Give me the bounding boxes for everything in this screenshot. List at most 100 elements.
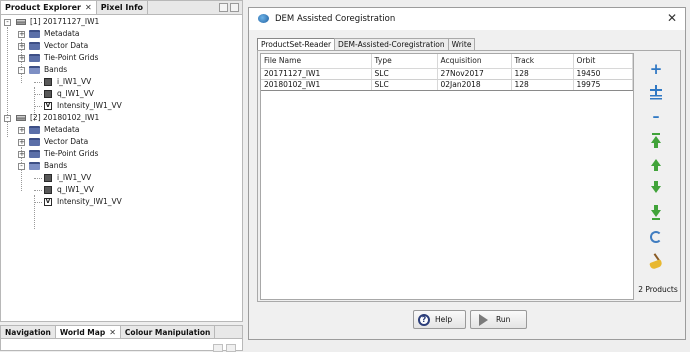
tree-node-tie-point-grids[interactable]: + Tie-Point Grids xyxy=(1,148,242,160)
tree-node-label: Vector Data xyxy=(44,41,89,50)
tree-node-metadata[interactable]: + Metadata xyxy=(1,124,242,136)
close-icon[interactable]: ✕ xyxy=(667,11,677,25)
close-icon[interactable]: ✕ xyxy=(85,3,92,12)
clear-broom-icon[interactable] xyxy=(648,253,664,270)
dem-coregistration-dialog: DEM Assisted Coregistration ✕ ProductSet… xyxy=(248,7,686,340)
tab-write[interactable]: Write xyxy=(447,38,476,50)
cell-type: SLC xyxy=(371,78,438,91)
close-icon[interactable]: ✕ xyxy=(109,328,116,337)
add-opened-products-icon[interactable] xyxy=(648,85,664,101)
cell-type: SLC xyxy=(371,68,438,80)
table-row[interactable]: 20180102_IW1 SLC 02Jan2018 128 19975 xyxy=(261,78,633,91)
column-header-file-name[interactable]: File Name xyxy=(261,54,372,69)
tab-productset-reader[interactable]: ProductSet-Reader xyxy=(257,38,336,50)
tree-band-item[interactable]: q_IW1_VV xyxy=(1,88,242,100)
remove-icon[interactable]: – xyxy=(648,109,664,125)
move-down-icon[interactable] xyxy=(648,181,664,197)
app-icon xyxy=(258,14,269,23)
tab-pixel-info[interactable]: Pixel Info xyxy=(97,1,149,14)
move-up-icon[interactable] xyxy=(648,157,664,173)
tab-dem-assisted-coregistration[interactable]: DEM-Assisted-Coregistration xyxy=(334,38,449,50)
tree-product-2[interactable]: - [2] 20180102_IW1 xyxy=(1,112,242,124)
tab-product-explorer[interactable]: Product Explorer ✕ xyxy=(1,1,97,14)
tree-band-item[interactable]: q_IW1_VV xyxy=(1,184,242,196)
tree-connector xyxy=(34,106,42,107)
band-label: q_IW1_VV xyxy=(57,89,94,98)
tree-node-bands[interactable]: - Bands xyxy=(1,64,242,76)
band-icon xyxy=(44,186,52,194)
explorer-tabbar: Product Explorer ✕ Pixel Info xyxy=(1,1,242,15)
product-icon xyxy=(16,19,26,25)
band-icon xyxy=(44,78,52,86)
tree-node-label: Metadata xyxy=(44,29,80,38)
product-explorer-panel: Product Explorer ✕ Pixel Info - [1] 2017… xyxy=(0,0,243,322)
column-header-acquisition[interactable]: Acquisition xyxy=(437,54,512,69)
cell-orbit: 19975 xyxy=(573,78,633,91)
table-header-row: File Name Type Acquisition Track Orbit xyxy=(261,54,633,69)
expand-icon[interactable]: + xyxy=(18,151,25,158)
tree-node-bands[interactable]: - Bands xyxy=(1,160,242,172)
cell-file-name: 20171127_IW1 xyxy=(261,68,372,80)
expand-icon[interactable]: + xyxy=(18,139,25,146)
tab-navigation[interactable]: Navigation xyxy=(1,326,56,338)
run-button[interactable]: Run xyxy=(470,310,527,329)
tree-node-label: Tie-Point Grids xyxy=(44,53,99,62)
tree-node-vector-data[interactable]: + Vector Data xyxy=(1,40,242,52)
move-top-icon[interactable] xyxy=(648,133,664,149)
tree-node-tie-point-grids[interactable]: + Tie-Point Grids xyxy=(1,52,242,64)
table-row[interactable]: 20171127_IW1 SLC 27Nov2017 128 19450 xyxy=(261,68,633,80)
move-bottom-icon[interactable] xyxy=(648,205,664,221)
panel-window-controls xyxy=(219,3,239,12)
tree-node-vector-data[interactable]: + Vector Data xyxy=(1,136,242,148)
column-header-orbit[interactable]: Orbit xyxy=(573,54,633,69)
tree-band-item[interactable]: i_IW1_VV xyxy=(1,76,242,88)
product-icon xyxy=(16,115,26,121)
collapse-icon[interactable]: - xyxy=(4,115,11,122)
folder-icon xyxy=(29,150,40,158)
product-table[interactable]: File Name Type Acquisition Track Orbit 2… xyxy=(260,53,634,300)
tree-connector xyxy=(34,82,42,83)
play-icon xyxy=(479,313,488,326)
bottom-tabbar: Navigation World Map ✕ Colour Manipulati… xyxy=(1,326,242,339)
virtual-band-icon: V xyxy=(44,102,52,110)
collapse-icon[interactable]: - xyxy=(18,163,25,170)
expand-icon[interactable]: + xyxy=(18,55,25,62)
folder-icon xyxy=(29,42,40,50)
tree-product-1[interactable]: - [1] 20171127_IW1 xyxy=(1,16,242,28)
band-label: Intensity_IW1_VV xyxy=(57,197,122,206)
folder-open-icon xyxy=(29,162,40,170)
tree-node-metadata[interactable]: + Metadata xyxy=(1,28,242,40)
tree-connector xyxy=(34,178,42,179)
cell-track: 128 xyxy=(511,68,574,80)
tab-world-map[interactable]: World Map ✕ xyxy=(55,326,121,338)
dialog-titlebar[interactable]: DEM Assisted Coregistration ✕ xyxy=(249,8,685,30)
tab-colour-manipulation-label: Colour Manipulation xyxy=(124,327,211,337)
tree-connector xyxy=(34,202,42,203)
tree-band-item[interactable]: V Intensity_IW1_VV xyxy=(1,100,242,112)
folder-open-icon xyxy=(29,66,40,74)
folder-icon xyxy=(29,30,40,38)
tree-band-item[interactable]: V Intensity_IW1_VV xyxy=(1,196,242,208)
run-button-label: Run xyxy=(496,315,511,324)
tab-pixel-info-label: Pixel Info xyxy=(100,3,144,12)
column-header-track[interactable]: Track xyxy=(511,54,574,69)
add-icon[interactable]: + xyxy=(648,61,664,77)
collapse-icon[interactable]: - xyxy=(4,19,11,26)
tree-connector xyxy=(34,190,42,191)
expand-icon[interactable]: + xyxy=(18,43,25,50)
expand-icon[interactable]: + xyxy=(18,31,25,38)
product-count-label: 2 Products xyxy=(638,285,678,294)
refresh-icon[interactable] xyxy=(648,229,664,245)
help-button[interactable]: ? Help xyxy=(413,310,466,329)
cell-track: 128 xyxy=(511,78,574,91)
dialog-tabs: ProductSet-Reader DEM-Assisted-Coregistr… xyxy=(257,38,476,50)
tree-node-label: Metadata xyxy=(44,125,80,134)
minimize-icon[interactable] xyxy=(219,3,228,12)
band-label: Intensity_IW1_VV xyxy=(57,101,122,110)
collapse-icon[interactable]: - xyxy=(18,67,25,74)
tab-colour-manipulation[interactable]: Colour Manipulation xyxy=(121,326,216,338)
tree-band-item[interactable]: i_IW1_VV xyxy=(1,172,242,184)
maximize-icon[interactable] xyxy=(230,3,239,12)
expand-icon[interactable]: + xyxy=(18,127,25,134)
column-header-type[interactable]: Type xyxy=(371,54,438,69)
